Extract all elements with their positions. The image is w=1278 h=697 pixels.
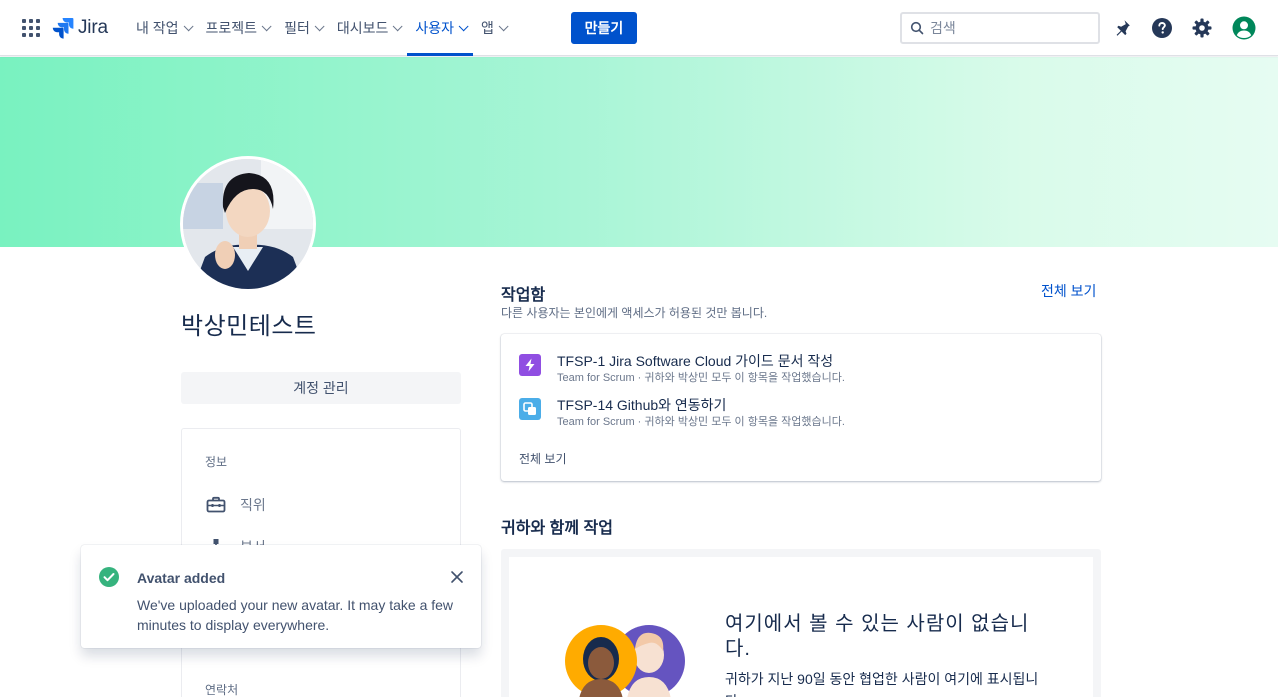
nav-your-work-label: 내 작업: [136, 20, 179, 36]
nav-apps[interactable]: 앱: [473, 0, 513, 56]
chevron-down-icon: [261, 20, 272, 31]
avatar-photo: [183, 159, 313, 289]
jira-logo-icon: [52, 18, 74, 39]
about-title: 정보: [205, 455, 228, 469]
briefcase-icon: [206, 496, 226, 513]
nav-your-work[interactable]: 내 작업: [128, 0, 198, 56]
close-icon[interactable]: [449, 569, 465, 585]
works-with-title: 귀하와 함께 작업: [501, 520, 613, 537]
list-item[interactable]: TFSP-1 Jira Software Cloud 가이드 문서 작성 Tea…: [519, 352, 845, 385]
worked-on-view-all-link[interactable]: 전체 보기: [1041, 281, 1096, 301]
create-button[interactable]: 만들기: [571, 12, 637, 44]
work-item-name[interactable]: TFSP-14 Github와 연동하기: [557, 396, 845, 414]
logo-text: Jira: [78, 17, 108, 38]
work-item-text: TFSP-1 Jira Software Cloud 가이드 문서 작성 Tea…: [557, 352, 845, 385]
nav-filters-label: 필터: [284, 20, 310, 36]
search-box[interactable]: [900, 12, 1100, 44]
nav-dashboards[interactable]: 대시보드: [329, 0, 408, 56]
profile-avatar-icon[interactable]: [1232, 16, 1256, 40]
works-with-container: 여기에서 볼 수 있는 사람이 없습니다. 귀하가 지난 90일 동안 협업한 …: [501, 549, 1101, 697]
chevron-down-icon: [314, 20, 325, 31]
profile-avatar[interactable]: [180, 156, 316, 292]
nav-people[interactable]: 사용자: [407, 0, 473, 56]
chevron-down-icon: [393, 20, 403, 31]
card-view-all-link[interactable]: 전체 보기: [519, 450, 567, 467]
work-item-meta: Team for Scrum · 귀하와 박상민 모두 이 항목을 작업했습니다…: [557, 372, 845, 384]
nav-people-label: 사용자: [415, 20, 454, 36]
flag-description: We've uploaded your new avatar. It may t…: [137, 597, 454, 633]
empty-state-title: 여기에서 볼 수 있는 사람이 없습니다.: [725, 613, 1030, 660]
success-check-icon: [99, 567, 119, 587]
nav-dashboards-label: 대시보드: [336, 20, 389, 36]
nav-apps-label: 앱: [481, 20, 494, 36]
list-item[interactable]: TFSP-14 Github와 연동하기 Team for Scrum · 귀하…: [519, 396, 845, 429]
avatar-added-flag: Avatar added We've uploaded your new ava…: [81, 545, 481, 648]
work-item-text: TFSP-14 Github와 연동하기 Team for Scrum · 귀하…: [557, 396, 845, 429]
profile-name: 박상민테스트: [181, 313, 317, 340]
search-icon: [910, 21, 924, 35]
worked-on-subtitle: 다른 사용자는 본인에게 액세스가 허용된 것만 봅니다.: [501, 306, 768, 320]
chevron-down-icon: [183, 20, 194, 31]
people-illustration: [565, 625, 685, 697]
flag-title: Avatar added: [137, 570, 226, 586]
chevron-down-icon: [498, 20, 509, 31]
nav-filters[interactable]: 필터: [276, 0, 329, 56]
top-navigation: Jira 내 작업 프로젝트 필터 대시보드 사용자 앱 만들기: [0, 0, 1278, 56]
subtask-icon: [519, 398, 541, 420]
empty-state-description: 귀하가 지난 90일 동안 협업한 사람이 여기에 표시됩니다.: [725, 671, 1039, 697]
jira-logo[interactable]: Jira: [52, 16, 108, 40]
worked-on-card: TFSP-1 Jira Software Cloud 가이드 문서 작성 Tea…: [501, 334, 1101, 481]
app-switcher-icon[interactable]: [22, 19, 40, 37]
work-item-meta: Team for Scrum · 귀하와 박상민 모두 이 항목을 작업했습니다…: [557, 416, 845, 428]
nav-projects-label: 프로젝트: [205, 20, 258, 36]
job-title-label: 직위: [240, 497, 266, 513]
notifications-icon[interactable]: [1110, 16, 1134, 40]
settings-gear-icon[interactable]: [1190, 16, 1214, 40]
works-with-empty-card: 여기에서 볼 수 있는 사람이 없습니다. 귀하가 지난 90일 동안 협업한 …: [509, 557, 1093, 697]
primary-nav: 내 작업 프로젝트 필터 대시보드 사용자 앱: [128, 0, 513, 56]
job-title-field[interactable]: 직위: [206, 495, 266, 515]
nav-projects[interactable]: 프로젝트: [198, 0, 277, 56]
contact-title: 연락처: [205, 683, 239, 697]
worked-on-title: 작업함: [501, 287, 546, 304]
search-input[interactable]: [930, 20, 1080, 36]
chevron-down-icon: [458, 20, 469, 31]
manage-account-button[interactable]: 계정 관리: [181, 372, 461, 404]
work-item-name[interactable]: TFSP-1 Jira Software Cloud 가이드 문서 작성: [557, 352, 845, 370]
help-icon[interactable]: [1150, 16, 1174, 40]
epic-icon: [519, 354, 541, 376]
